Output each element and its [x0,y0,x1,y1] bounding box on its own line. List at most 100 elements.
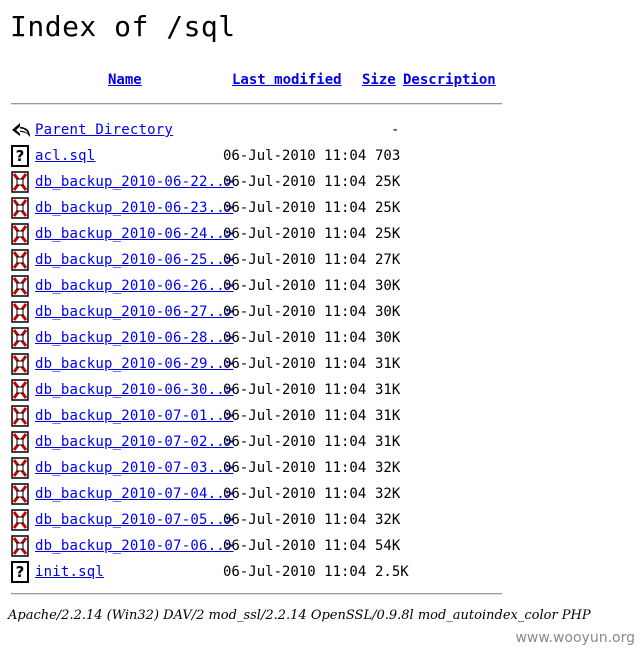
file-row: db_backup_2010-06-30..> 06-Jul-2010 11:0… [0,377,643,403]
file-link[interactable]: db_backup_2010-06-29..> [35,351,233,377]
file-size: 31K [375,356,401,372]
file-row: db_backup_2010-07-03..> 06-Jul-2010 11:0… [0,455,643,481]
file-modified-date: 06-Jul-2010 11:04 [223,148,367,164]
file-row: db_backup_2010-07-04..> 06-Jul-2010 11:0… [0,481,643,507]
file-size: 25K [375,200,401,216]
file-link[interactable]: db_backup_2010-06-28..> [35,325,233,351]
svg-text:?: ? [16,147,25,165]
file-link[interactable]: init.sql [35,559,104,585]
binary-file-icon [10,457,31,479]
file-modified-date: 06-Jul-2010 11:04 [223,538,367,554]
file-link[interactable]: db_backup_2010-06-26..> [35,273,233,299]
file-size: 30K [375,304,401,320]
sort-by-name-link[interactable]: Name [108,72,142,88]
file-modified-date: 06-Jul-2010 11:04 [223,434,367,450]
file-row: db_backup_2010-07-06..> 06-Jul-2010 11:0… [0,533,643,559]
footer-divider [11,593,502,595]
file-link[interactable]: db_backup_2010-06-25..> [35,247,233,273]
file-row: ? init.sql 06-Jul-2010 11:04 2.5K [0,559,643,585]
file-link[interactable]: db_backup_2010-07-06..> [35,533,233,559]
file-size: 27K [375,252,401,268]
file-size: 31K [375,408,401,424]
file-size: 32K [375,486,401,502]
file-row: db_backup_2010-07-02..> 06-Jul-2010 11:0… [0,429,643,455]
file-row: db_backup_2010-06-29..> 06-Jul-2010 11:0… [0,351,643,377]
file-link[interactable]: db_backup_2010-07-01..> [35,403,233,429]
file-link[interactable]: db_backup_2010-06-22..> [35,169,233,195]
file-row: db_backup_2010-06-25..> 06-Jul-2010 11:0… [0,247,643,273]
file-modified-date: 06-Jul-2010 11:04 [223,512,367,528]
file-link[interactable]: db_backup_2010-07-02..> [35,429,233,455]
parent-directory-row: Parent Directory - [0,117,643,143]
header-divider [11,103,502,105]
file-size: 25K [375,174,401,190]
parent-directory-link[interactable]: Parent Directory [35,117,173,143]
binary-file-icon [10,379,31,401]
binary-file-icon [10,405,31,427]
sort-by-last-modified-link[interactable]: Last modified [232,72,342,88]
file-modified-date: 06-Jul-2010 11:04 [223,252,367,268]
binary-file-icon [10,509,31,531]
binary-file-icon [10,249,31,271]
file-size: 32K [375,512,401,528]
file-modified-date: 06-Jul-2010 11:04 [223,174,367,190]
file-size: 30K [375,330,401,346]
file-link[interactable]: db_backup_2010-07-04..> [35,481,233,507]
file-size: 30K [375,278,401,294]
page-title: Index of /sql [10,10,236,43]
file-modified-date: 06-Jul-2010 11:04 [223,278,367,294]
file-modified-date: 06-Jul-2010 11:04 [223,408,367,424]
file-link[interactable]: db_backup_2010-07-05..> [35,507,233,533]
watermark: www.wooyun.org [515,630,635,646]
binary-file-icon [10,431,31,453]
binary-file-icon [10,275,31,297]
binary-file-icon [10,327,31,349]
file-row: db_backup_2010-06-26..> 06-Jul-2010 11:0… [0,273,643,299]
unknown-file-icon: ? [10,561,31,583]
binary-file-icon [10,223,31,245]
file-row: db_backup_2010-06-27..> 06-Jul-2010 11:0… [0,299,643,325]
file-size: 31K [375,434,401,450]
sort-by-description-link[interactable]: Description [403,72,496,88]
binary-file-icon [10,535,31,557]
file-modified-date: 06-Jul-2010 11:04 [223,330,367,346]
binary-file-icon [10,353,31,375]
file-row: db_backup_2010-06-22..> 06-Jul-2010 11:0… [0,169,643,195]
file-link[interactable]: db_backup_2010-07-03..> [35,455,233,481]
server-signature: Apache/2.2.14 (Win32) DAV/2 mod_ssl/2.2.… [8,608,591,623]
file-modified-date: 06-Jul-2010 11:04 [223,564,367,580]
file-modified-date: 06-Jul-2010 11:04 [223,304,367,320]
column-header-row: Name Last modified Size Description [0,72,643,92]
directory-listing: Parent Directory - ? acl.sql 06-Jul-2010… [0,117,643,585]
file-modified-date: 06-Jul-2010 11:04 [223,200,367,216]
file-row: db_backup_2010-06-24..> 06-Jul-2010 11:0… [0,221,643,247]
file-modified-date: 06-Jul-2010 11:04 [223,460,367,476]
binary-file-icon [10,171,31,193]
binary-file-icon [10,483,31,505]
file-link[interactable]: acl.sql [35,143,95,169]
file-row: db_backup_2010-07-01..> 06-Jul-2010 11:0… [0,403,643,429]
file-size: 31K [375,382,401,398]
sort-by-size-link[interactable]: Size [362,72,396,88]
binary-file-icon [10,301,31,323]
file-size: - [391,122,400,138]
file-link[interactable]: db_backup_2010-06-24..> [35,221,233,247]
file-link[interactable]: db_backup_2010-06-30..> [35,377,233,403]
file-size: 703 [375,148,401,164]
file-row: ? acl.sql 06-Jul-2010 11:04 703 [0,143,643,169]
file-row: db_backup_2010-07-05..> 06-Jul-2010 11:0… [0,507,643,533]
file-link[interactable]: db_backup_2010-06-27..> [35,299,233,325]
file-modified-date: 06-Jul-2010 11:04 [223,382,367,398]
file-size: 32K [375,460,401,476]
file-size: 25K [375,226,401,242]
file-size: 2.5K [375,564,409,580]
unknown-file-icon: ? [10,145,31,167]
file-link[interactable]: db_backup_2010-06-23..> [35,195,233,221]
svg-text:?: ? [16,563,25,581]
back-arrow-icon [10,119,31,141]
file-row: db_backup_2010-06-23..> 06-Jul-2010 11:0… [0,195,643,221]
file-size: 54K [375,538,401,554]
file-modified-date: 06-Jul-2010 11:04 [223,226,367,242]
binary-file-icon [10,197,31,219]
file-modified-date: 06-Jul-2010 11:04 [223,356,367,372]
